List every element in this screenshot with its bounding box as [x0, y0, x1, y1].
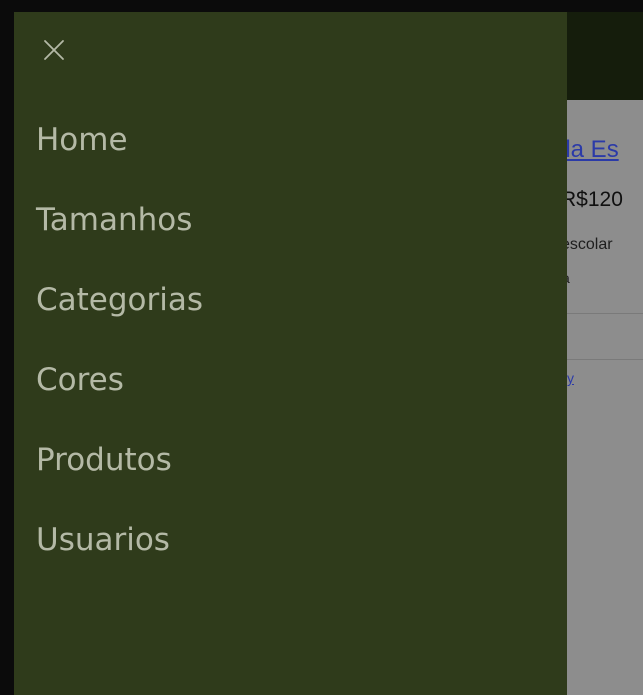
product-description: escolar: [561, 236, 613, 253]
nav-item-tamanhos[interactable]: Tamanhos: [36, 200, 203, 280]
nav-item-home[interactable]: Home: [36, 120, 203, 200]
side-navigation: Home Tamanhos Categorias Cores Produtos …: [14, 12, 567, 695]
nav-item-categorias[interactable]: Categorias: [36, 280, 203, 360]
product-price: R$120: [561, 188, 623, 211]
nav-item-cores[interactable]: Cores: [36, 360, 203, 440]
page-viewport: ila Es R$120 escolar a y Home Tamanhos C…: [14, 12, 643, 695]
card-divider: [567, 313, 643, 314]
nav-item-produtos[interactable]: Produtos: [36, 440, 203, 520]
card-divider: [567, 359, 643, 360]
product-title-link[interactable]: ila Es: [560, 136, 619, 164]
card-footer-link[interactable]: y: [567, 370, 574, 386]
nav-item-usuarios[interactable]: Usuarios: [36, 520, 203, 600]
close-icon: [44, 40, 64, 60]
close-button[interactable]: [42, 38, 66, 62]
nav-menu: Home Tamanhos Categorias Cores Produtos …: [36, 120, 203, 600]
